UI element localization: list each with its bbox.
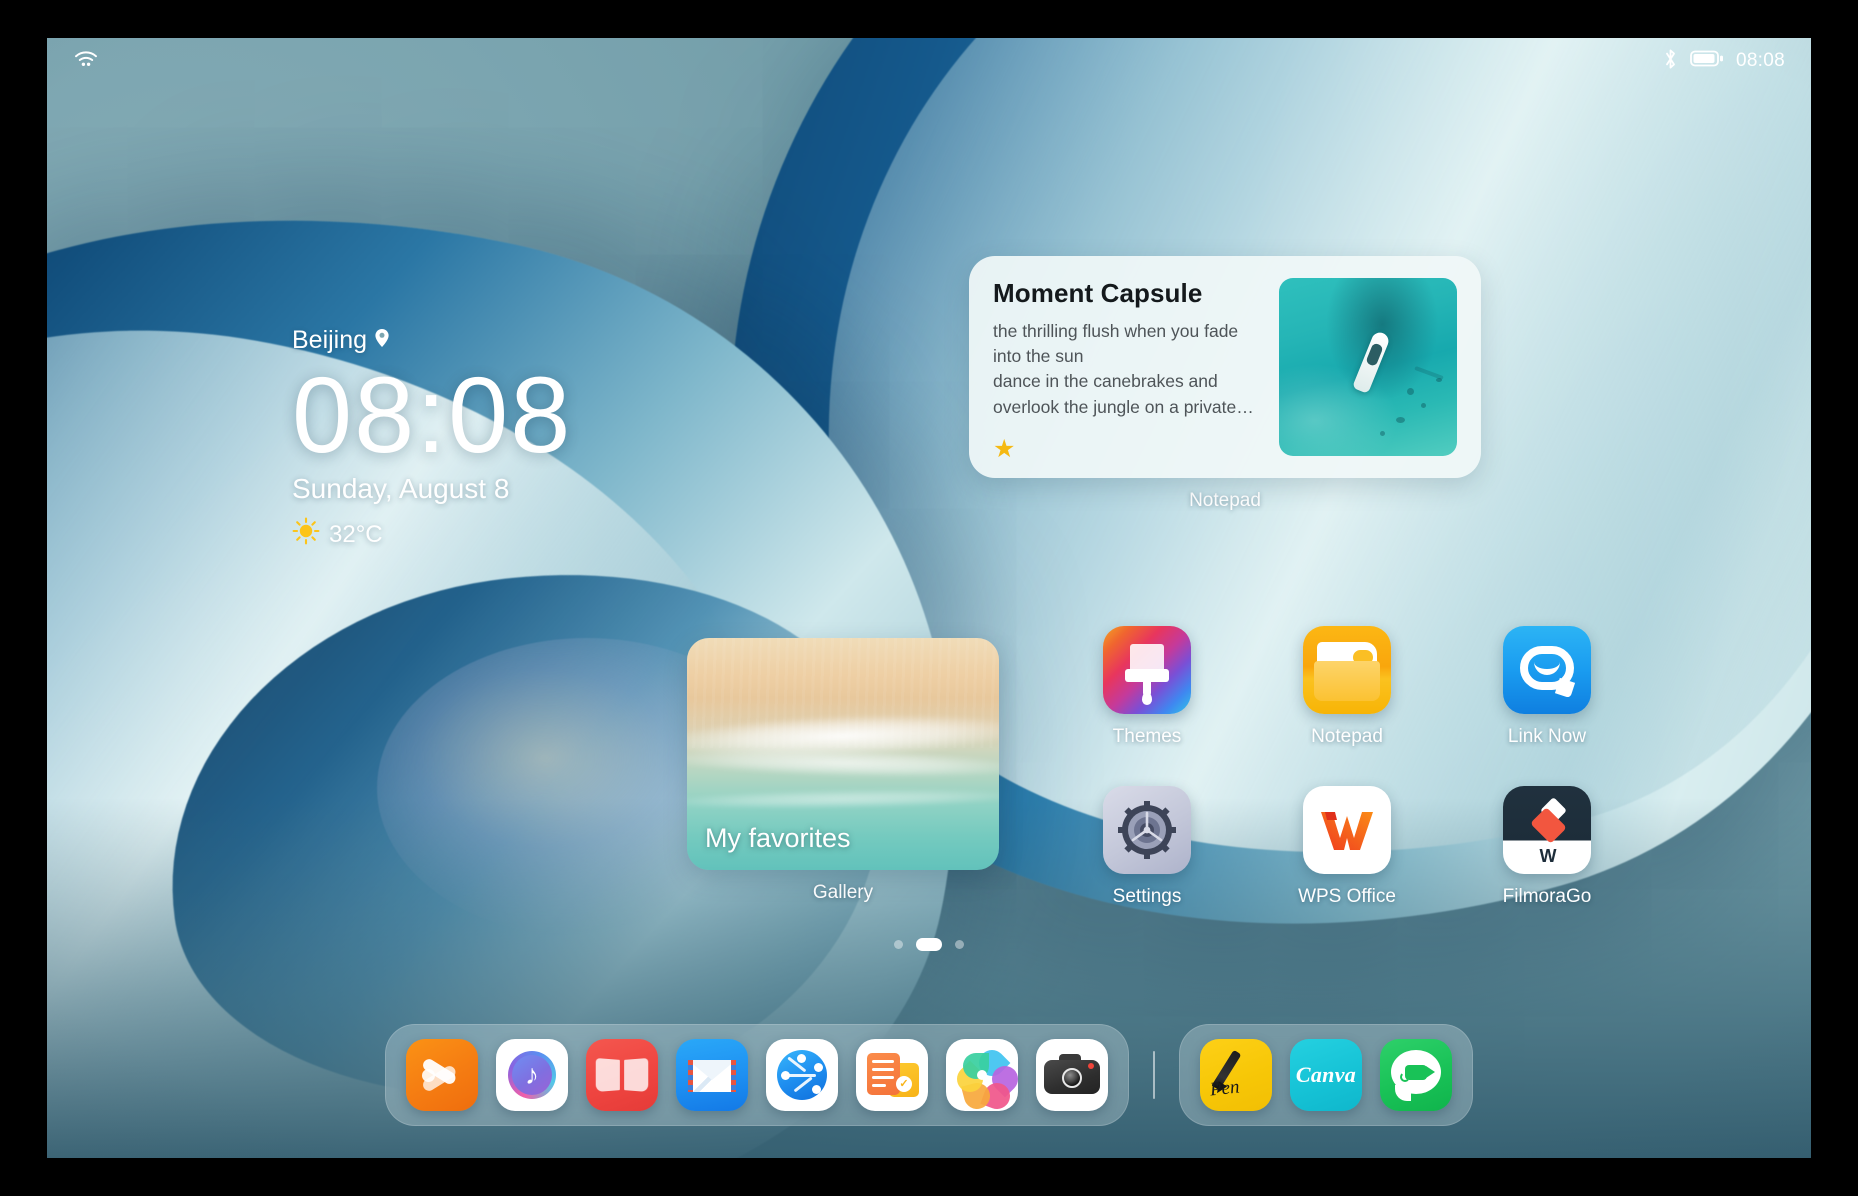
tablet-home-screen: 08:08 Beijing 08:08 Sunday, August 8 32°… bbox=[47, 38, 1811, 1158]
notepad-icon[interactable] bbox=[1303, 626, 1391, 714]
capsule-title: Moment Capsule bbox=[993, 278, 1203, 308]
app-label: Settings bbox=[1112, 886, 1182, 907]
app-item-link-now[interactable]: Link Now bbox=[1447, 626, 1647, 748]
app-item-notepad[interactable]: Notepad bbox=[1247, 626, 1447, 748]
email-icon[interactable] bbox=[676, 1039, 748, 1111]
clock-time: 08:08 bbox=[292, 354, 573, 475]
page-dot[interactable] bbox=[955, 940, 964, 949]
capsule-body-text: the thrilling flush when you fade into t… bbox=[993, 321, 1254, 417]
themes-icon[interactable] bbox=[1103, 626, 1191, 714]
page-dot-active[interactable] bbox=[916, 938, 942, 951]
books-icon[interactable] bbox=[586, 1039, 658, 1111]
app-label: FilmoraGo bbox=[1502, 886, 1592, 907]
gallery-folder-cover[interactable]: My favorites bbox=[687, 638, 999, 870]
canva-icon[interactable]: Canva bbox=[1290, 1039, 1362, 1111]
filmorago-icon[interactable]: W bbox=[1503, 786, 1591, 874]
clock-city-row: Beijing bbox=[292, 326, 572, 355]
app-item-settings[interactable]: Settings bbox=[1047, 786, 1247, 908]
gallery-folder-name: Gallery bbox=[812, 882, 874, 903]
weather-row: 32°C bbox=[292, 517, 572, 552]
gallery-folder-widget[interactable]: My favorites Gallery bbox=[687, 638, 999, 904]
music-icon[interactable]: ♪ bbox=[496, 1039, 568, 1111]
bluetooth-icon bbox=[1663, 48, 1678, 75]
wps-office-icon[interactable] bbox=[1303, 786, 1391, 874]
dock: ♪ ✓ Pen Canva bbox=[47, 1024, 1811, 1126]
capsule-thumbnail-image bbox=[1279, 278, 1457, 456]
wifi-icon bbox=[73, 49, 99, 74]
star-icon[interactable]: ★ bbox=[993, 437, 1263, 462]
temperature-label: 32°C bbox=[329, 520, 383, 548]
gallery-icon[interactable] bbox=[946, 1039, 1018, 1111]
location-pin-icon bbox=[374, 326, 390, 355]
link-now-icon[interactable] bbox=[1503, 626, 1591, 714]
status-bar-time: 08:08 bbox=[1735, 50, 1785, 71]
filmora-wordmark: W bbox=[1539, 846, 1557, 866]
todo-notes-icon[interactable]: ✓ bbox=[856, 1039, 928, 1111]
sun-icon bbox=[292, 517, 320, 552]
app-label: Link Now bbox=[1507, 726, 1587, 747]
app-grid: Themes Notepad Link Now Settings WPS Off… bbox=[1047, 626, 1647, 908]
battery-icon bbox=[1690, 49, 1724, 73]
video-icon[interactable] bbox=[406, 1039, 478, 1111]
signature-script-text: Pen bbox=[1208, 1076, 1241, 1101]
status-bar: 08:08 bbox=[47, 38, 1811, 84]
browser-icon[interactable] bbox=[766, 1039, 838, 1111]
app-label: Notepad bbox=[1311, 726, 1383, 747]
page-dot[interactable] bbox=[894, 940, 903, 949]
city-label: Beijing bbox=[292, 326, 368, 354]
app-label: Themes bbox=[1112, 726, 1182, 747]
canva-wordmark: Canva bbox=[1295, 1062, 1357, 1087]
app-item-themes[interactable]: Themes bbox=[1047, 626, 1247, 748]
clock-weather-widget[interactable]: Beijing 08:08 Sunday, August 8 32°C bbox=[292, 326, 572, 552]
wallpaper bbox=[47, 38, 1811, 1158]
moment-capsule-widget[interactable]: Moment Capsule the thrilling flush when … bbox=[969, 256, 1481, 512]
music-note-glyph: ♪ bbox=[525, 1059, 539, 1090]
signature-pen-icon[interactable]: Pen bbox=[1200, 1039, 1272, 1111]
page-indicator bbox=[47, 938, 1811, 951]
dock-main-tray: ♪ ✓ bbox=[385, 1024, 1129, 1126]
clock-date: Sunday, August 8 bbox=[292, 473, 510, 505]
check-icon: ✓ bbox=[896, 1076, 912, 1092]
camera-icon[interactable] bbox=[1036, 1039, 1108, 1111]
dock-divider bbox=[1153, 1051, 1155, 1099]
dock-recent-tray: Pen Canva bbox=[1179, 1024, 1473, 1126]
app-item-wps-office[interactable]: WPS Office bbox=[1247, 786, 1447, 908]
app-label: WPS Office bbox=[1298, 886, 1396, 907]
app-item-filmorago[interactable]: W FilmoraGo bbox=[1447, 786, 1647, 908]
settings-icon[interactable] bbox=[1103, 786, 1191, 874]
capsule-app-label: Notepad bbox=[1189, 490, 1261, 511]
video-meeting-icon[interactable] bbox=[1380, 1039, 1452, 1111]
gallery-cover-label: My favorites bbox=[705, 823, 851, 853]
